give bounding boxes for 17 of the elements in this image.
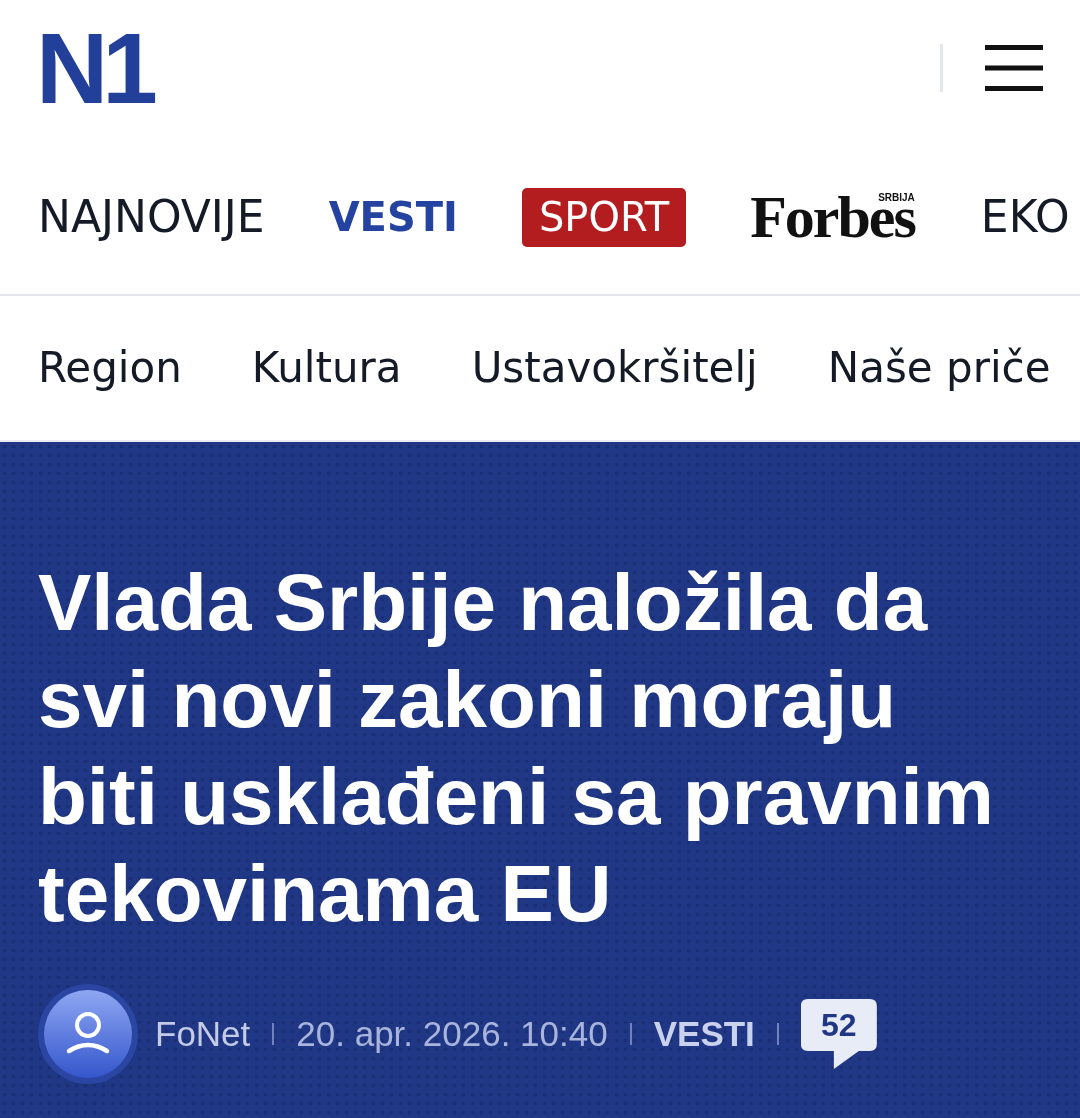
article-headline: Vlada Srbije naložila da svi novi zakoni moraju biti usklađeni sa pravnim tekovinama EU — [38, 557, 995, 940]
subnav-link[interactable]: Ustavokršitelj — [471, 342, 758, 394]
comment-count-bubble[interactable]: 52 — [800, 999, 877, 1069]
publish-date: 20. apr. 2026. 10:40 — [296, 1013, 608, 1055]
subnav-link[interactable]: Kultura — [251, 342, 402, 394]
subnav-link[interactable]: Naše priče — [827, 342, 1051, 394]
menu-button[interactable] — [985, 45, 1043, 91]
subnav-link[interactable]: Region — [38, 342, 182, 394]
nav-link[interactable]: EKO — [980, 191, 1070, 243]
menu-icon — [985, 45, 1043, 91]
nav-link[interactable]: SPORT — [521, 187, 687, 247]
category-link[interactable]: VESTI — [653, 1013, 755, 1055]
author-link[interactable]: FoNet — [155, 1013, 251, 1055]
nav-link[interactable]: NAJNOVIJE — [38, 191, 265, 243]
avatar-icon — [38, 984, 138, 1084]
nav-link[interactable]: VESTI — [328, 191, 458, 243]
site-logo[interactable]: N1 — [36, 30, 158, 106]
